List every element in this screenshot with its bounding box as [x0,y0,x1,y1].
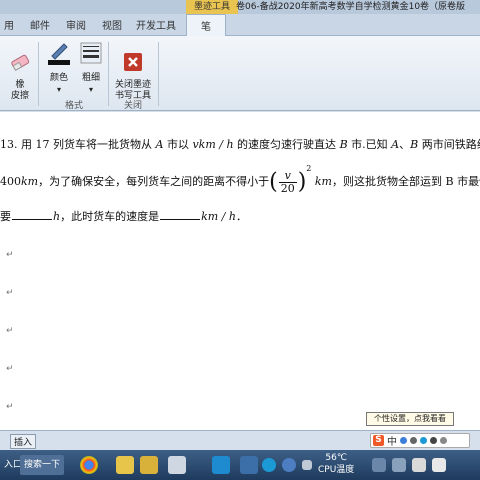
text-segment: 市以 [163,138,193,151]
folder-icon[interactable] [116,456,134,474]
eraser-icon [11,54,30,72]
notification-icon[interactable] [432,458,446,472]
km-unit: km [21,175,39,188]
title-bar: 墨迹工具 卷06-备战2020年新高考数学自学检测黄金10卷（原卷版 [0,0,480,14]
problem-line-3: 要 h，此时货车的速度是 km / h． [0,208,247,224]
search-button[interactable]: 搜索一下 [20,455,65,475]
close-group-label: 关闭 [123,101,142,111]
text-segment: 、 [399,138,411,151]
chrome-icon[interactable] [80,456,98,474]
sogou-logo-icon[interactable]: S [373,435,384,446]
tray-icon[interactable] [372,458,386,472]
folder-icon[interactable] [140,456,158,474]
insert-mode-indicator[interactable]: 插入 [10,434,37,449]
image-viewer-icon[interactable] [168,456,186,474]
video-app-icon[interactable] [212,456,230,474]
answer-blank-time[interactable] [12,210,52,220]
fraction: v 20 [278,169,297,195]
eraser-label: 橡 皮擦 [10,80,29,101]
speed-expression: vkm / h [192,138,234,151]
paragraph-mark: ↵ [6,250,14,260]
tab-developer[interactable]: 开发工具 [136,17,176,32]
left-paren: ( [269,169,278,195]
cpu-temperature-label: CPU温度 [318,465,355,475]
text-segment: ，为了确保安全，每列货车之间的距离不得小于 [38,175,270,188]
distance-value: 400 [0,175,21,188]
network-icon[interactable] [392,458,406,472]
paragraph-mark: ↵ [6,402,14,412]
tab-references[interactable]: 用 [4,17,14,32]
ime-language-toggle[interactable]: 中 [387,433,397,448]
ribbon: 橡 皮擦 颜色 ▾ 粗细 ▾ 格式 关闭墨迹 书写工具 关闭 [0,36,480,111]
tab-pen[interactable]: 笔 [186,14,226,36]
keyboard-icon[interactable] [430,437,437,444]
cpu-temperature-widget[interactable]: 56℃ CPU温度 [318,452,354,476]
taskbar: 入口 搜索一下 56℃ CPU温度 [0,450,480,480]
ime-toolbar[interactable]: S 中 [370,433,470,448]
color-label: 颜色 [49,73,68,83]
ribbon-tabs: 用 邮件 审阅 视图 开发工具 笔 [0,14,480,36]
ink-tools-context-tab[interactable]: 墨迹工具 [186,0,239,14]
city-b: B [410,138,419,151]
thickness-button[interactable]: 粗细 ▾ [78,40,104,95]
status-bar: 插入 S 中 [0,430,480,450]
fraction-denominator: 20 [280,181,295,195]
paragraph-mark: ↵ [6,288,14,298]
thickness-label: 粗细 [81,73,100,83]
problem-line-1: 13. 用 17 列货车将一批货物从 A 市以 vkm / h 的速度匀速行驶直… [0,136,480,152]
thickness-dropdown-icon[interactable]: ▾ [78,84,104,95]
problem-line-2: 400km，为了确保安全，每列货车之间的距离不得小于(v 20)2 km，则这批货… [0,164,480,195]
text-segment: 两市间铁路线长 [421,138,480,151]
pen-color-icon [48,43,70,65]
paragraph-mark: ↵ [6,326,14,336]
close-ink-tools-button[interactable]: 关闭墨迹 书写工具 [112,40,154,102]
exponent: 2 [306,164,312,173]
document-title: 卷06-备战2020年新高考数学自学检测黄金10卷（原卷版 [236,2,466,12]
text-segment: 的速度匀速行驶直达 [233,138,340,151]
answer-blank-speed[interactable] [160,210,201,220]
line-thickness-icon [80,42,102,64]
help-icon[interactable] [282,458,296,472]
punctuation-icon[interactable] [400,437,407,444]
sogou-tray-icon[interactable] [262,458,276,472]
eraser-button[interactable]: 橡 皮擦 [6,40,34,102]
text-segment: ． [235,210,247,223]
tab-review[interactable]: 审阅 [66,17,86,32]
tab-mailings[interactable]: 邮件 [30,17,50,32]
text-segment: ，此时货车的速度是 [60,210,160,223]
color-button[interactable]: 颜色 ▾ [42,40,76,95]
tab-view[interactable]: 视图 [102,17,122,32]
km-unit: km [314,175,332,188]
divider [38,42,39,106]
text-segment: 用 17 列货车将一批货物从 [21,138,156,151]
city-a: A [391,138,400,151]
text-segment: 要 [0,210,11,223]
city-b: B [339,138,348,151]
text-segment: ，则这批货物全部运到 B 市最快需 [332,175,480,188]
ime-tooltip: 个性设置，点我看看 [366,412,454,426]
remote-desktop-icon[interactable] [240,456,258,474]
microphone-icon[interactable] [420,437,427,444]
cpu-temperature-value: 56℃ [325,453,347,463]
problem-number: 13. [0,138,18,151]
divider [108,42,109,106]
text-segment: 市.已知 [347,138,392,151]
document-page[interactable]: 13. 用 17 列货车将一批货物从 A 市以 vkm / h 的速度匀速行驶直… [0,112,480,430]
close-icon [124,53,142,71]
fraction-numerator: v [278,169,297,183]
settings-icon[interactable] [440,437,447,444]
emoji-icon[interactable] [410,437,417,444]
format-group-label: 格式 [64,101,83,111]
volume-icon[interactable] [412,458,426,472]
speed-unit: km / h [201,210,236,223]
paragraph-mark: ↵ [6,364,14,374]
tray-icon[interactable] [302,460,312,470]
color-dropdown-icon[interactable]: ▾ [42,84,76,95]
right-paren: ) [297,169,307,195]
divider [158,42,159,106]
